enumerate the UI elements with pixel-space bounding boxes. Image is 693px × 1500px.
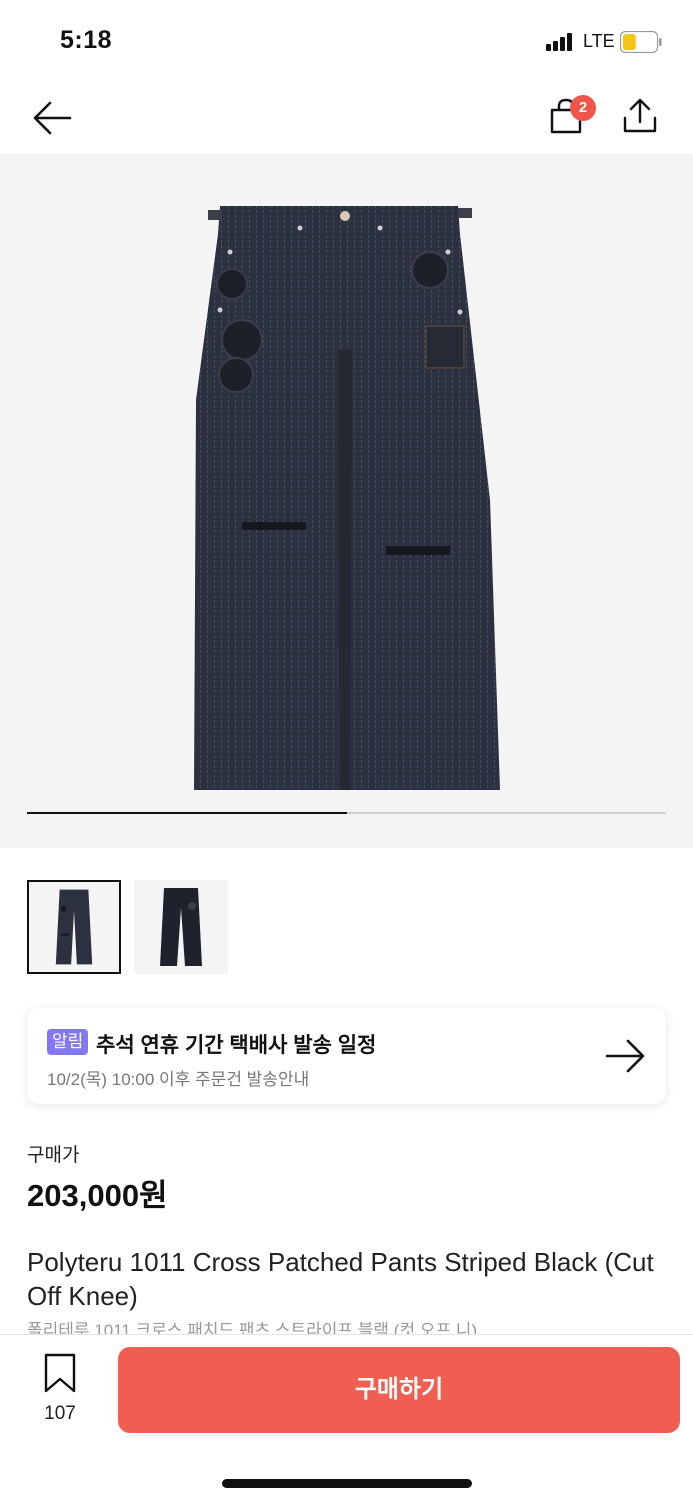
- top-navigation: 2: [0, 80, 693, 154]
- bottom-action-bar: 107 구매하기: [0, 1334, 693, 1500]
- product-name-korean: 폴리테루 1011 크로스 패치드 팬츠 스트라이프 블랙 (컷 오프 니): [27, 1321, 478, 1334]
- thumbnail-back-image: [160, 888, 202, 966]
- status-time: 5:18: [60, 26, 113, 54]
- gallery-progress-bar: [27, 812, 666, 814]
- share-icon[interactable]: [620, 96, 660, 136]
- product-name: Polyteru 1011 Cross Patched Pants Stripe…: [27, 1247, 654, 1311]
- product-image[interactable]: [190, 200, 510, 796]
- bookmark-button[interactable]: 107: [28, 1353, 92, 1429]
- bookmark-icon: [44, 1353, 76, 1393]
- network-type: LTE: [583, 31, 615, 51]
- notice-title: 추석 연휴 기간 택배사 발송 일정: [96, 1034, 377, 1057]
- shipping-notice-card[interactable]: 알림 추석 연휴 기간 택배사 발송 일정 10/2(목) 10:00 이후 주…: [27, 1008, 666, 1104]
- back-arrow-icon[interactable]: [30, 98, 74, 138]
- product-gallery[interactable]: [0, 154, 693, 848]
- arrow-right-icon[interactable]: [604, 1036, 648, 1076]
- cart-count-badge: 2: [570, 95, 596, 121]
- thumbnail-front-image: [55, 889, 93, 965]
- battery-icon: [620, 31, 662, 53]
- bookmark-count: 107: [44, 1403, 76, 1424]
- price-value: 203,000원: [27, 1178, 168, 1213]
- cellular-signal-icon: [546, 33, 572, 51]
- home-indicator: [222, 1479, 472, 1488]
- buy-button[interactable]: 구매하기: [118, 1347, 680, 1433]
- price-label: 구매가: [27, 1145, 80, 1166]
- gallery-progress-fill: [27, 812, 347, 814]
- thumbnail-front[interactable]: [27, 880, 121, 974]
- notice-subtitle: 10/2(목) 10:00 이후 주문건 발송안내: [47, 1070, 310, 1089]
- thumbnail-back[interactable]: [134, 880, 228, 974]
- status-bar: 5:18 LTE: [0, 0, 693, 80]
- notice-badge: 알림: [47, 1029, 89, 1055]
